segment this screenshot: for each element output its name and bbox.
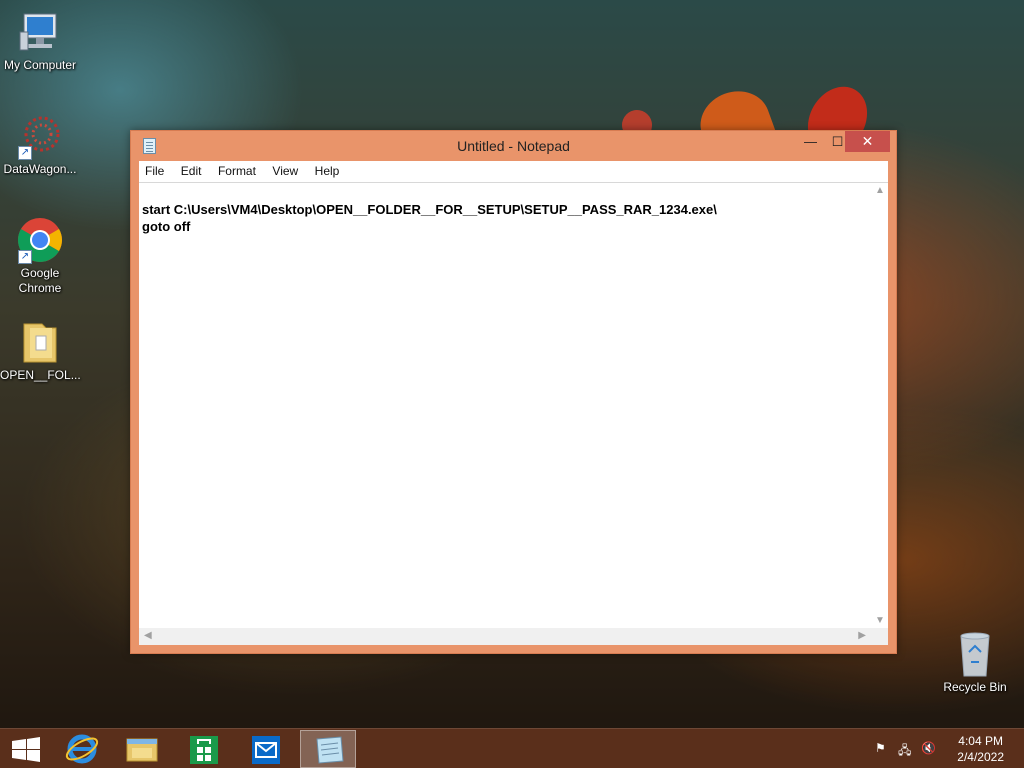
vertical-scrollbar[interactable]: ▲ ▼	[871, 183, 888, 628]
recycle-bin-icon	[951, 630, 999, 678]
editor-line: goto off	[142, 219, 191, 234]
clock[interactable]: 4:04 PM 2/4/2022	[957, 733, 1004, 765]
notepad-icon	[316, 736, 344, 764]
scroll-down-icon[interactable]: ▼	[875, 615, 885, 626]
desktop-icon-label: My Computer	[3, 58, 77, 72]
shortcut-arrow-icon: ↗	[18, 146, 32, 160]
scroll-right-icon[interactable]: ▶	[858, 630, 866, 641]
network-icon[interactable]: 🖧	[898, 741, 911, 762]
chrome-icon: ↗	[16, 216, 64, 264]
action-center-flag-icon[interactable]: ⚑	[875, 741, 886, 755]
computer-icon	[16, 8, 64, 56]
close-button[interactable]: ✕	[845, 131, 890, 152]
minimize-button[interactable]: —	[797, 131, 824, 152]
shortcut-arrow-icon: ↗	[18, 250, 32, 264]
desktop-icon-label: Google Chrome	[18, 266, 62, 295]
desktop-icon-google-chrome[interactable]: ↗ Google Chrome	[0, 216, 80, 296]
taskbar-notepad[interactable]	[300, 730, 356, 768]
desktop-icon-label: Recycle Bin	[943, 680, 1007, 694]
menu-format[interactable]: Format	[212, 161, 262, 178]
clock-time: 4:04 PM	[958, 734, 1003, 748]
taskbar-store[interactable]	[176, 730, 232, 768]
notepad-window[interactable]: Untitled - Notepad — ☐ ✕ File Edit Forma…	[130, 130, 897, 654]
store-icon	[190, 736, 218, 764]
menu-file[interactable]: File	[139, 161, 170, 178]
desktop-icon-open-folder[interactable]: OPEN__FOL...	[0, 318, 81, 383]
internet-explorer-icon	[65, 734, 99, 764]
scroll-left-icon[interactable]: ◀	[144, 630, 152, 641]
menu-bar: File Edit Format View Help	[139, 161, 888, 182]
volume-muted-icon[interactable]: 🔇	[921, 741, 936, 755]
size-grip[interactable]	[871, 628, 888, 645]
start-icon	[12, 737, 40, 762]
desktop-icon-label: DataWagon...	[3, 162, 77, 176]
menu-view[interactable]: View	[266, 161, 304, 178]
start-button[interactable]	[0, 730, 56, 768]
desktop-icon-label: OPEN__FOL...	[0, 368, 81, 382]
taskbar-mail[interactable]	[238, 730, 294, 768]
mail-icon	[252, 736, 280, 764]
desktop-icon-recycle-bin[interactable]: Recycle Bin	[935, 630, 1015, 695]
horizontal-scrollbar[interactable]: ◀ ▶	[139, 628, 871, 645]
file-explorer-icon	[126, 738, 158, 762]
text-editor[interactable]: start C:\Users\VM4\Desktop\OPEN__FOLDER_…	[139, 182, 888, 645]
title-bar[interactable]: Untitled - Notepad — ☐ ✕	[131, 131, 896, 161]
taskbar-file-explorer[interactable]	[114, 730, 170, 768]
datawagon-icon: ↗	[16, 112, 64, 160]
editor-line: start C:\Users\VM4\Desktop\OPEN__FOLDER_…	[142, 202, 717, 217]
editor-text[interactable]: start C:\Users\VM4\Desktop\OPEN__FOLDER_…	[142, 201, 717, 235]
window-title: Untitled - Notepad	[457, 138, 570, 154]
taskbar: ⚑ 🖧 🔇 4:04 PM 2/4/2022	[0, 728, 1024, 768]
clock-date: 2/4/2022	[957, 750, 1004, 764]
desktop-icon-my-computer[interactable]: My Computer	[0, 8, 80, 73]
scroll-up-icon[interactable]: ▲	[875, 185, 885, 196]
folder-icon	[16, 318, 64, 366]
menu-edit[interactable]: Edit	[175, 161, 208, 178]
taskbar-internet-explorer[interactable]	[54, 730, 110, 768]
desktop-icon-datawagon[interactable]: ↗ DataWagon...	[0, 112, 80, 177]
menu-help[interactable]: Help	[309, 161, 346, 178]
